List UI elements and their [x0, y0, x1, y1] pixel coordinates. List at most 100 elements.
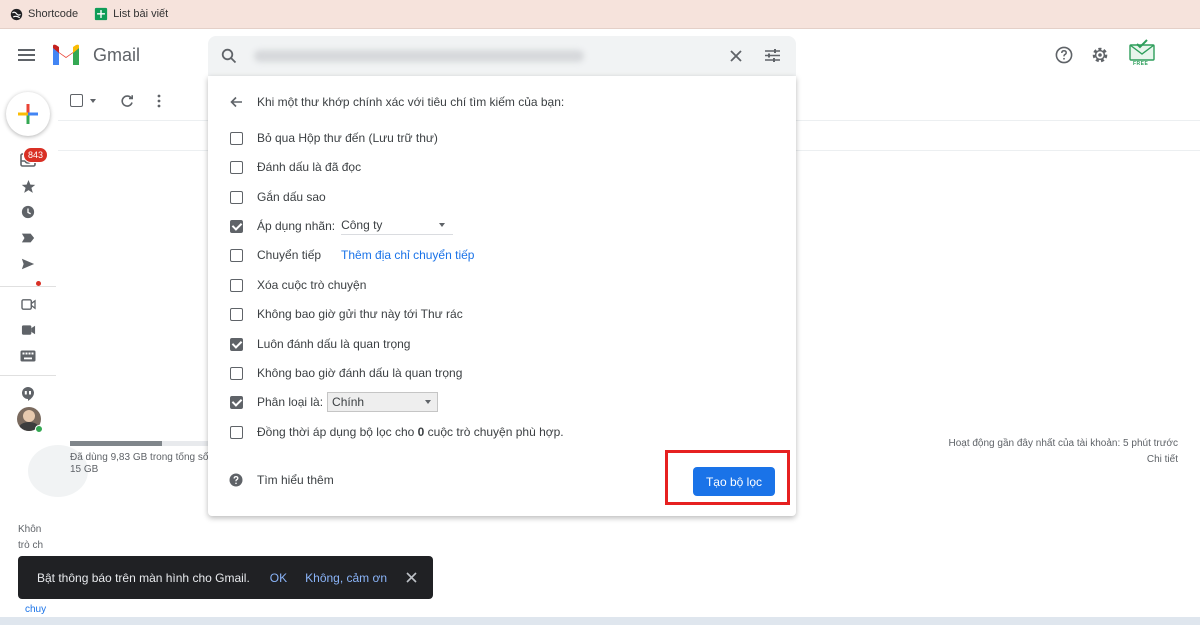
clear-search-icon[interactable] — [729, 49, 743, 63]
help-circle-icon[interactable] — [229, 473, 243, 487]
learn-more-link[interactable]: Tìm hiểu thêm — [257, 473, 334, 487]
create-filter-button[interactable]: Tạo bộ lọc — [693, 467, 775, 496]
more-options-icon[interactable] — [156, 94, 162, 108]
snackbar-no-thanks-button[interactable]: Không, cảm ơn — [305, 571, 387, 585]
option-label: Phân loại là: — [257, 395, 324, 409]
plus-icon — [18, 104, 38, 124]
dropdown-arrow-icon — [425, 400, 432, 404]
checkbox[interactable] — [230, 190, 243, 204]
gmail-logo-icon — [53, 44, 79, 65]
search-options-icon[interactable] — [764, 47, 781, 64]
account-logo[interactable]: FREE — [1127, 39, 1157, 69]
keyboard-icon[interactable] — [18, 346, 38, 366]
add-forwarding-address-link[interactable]: Thêm địa chỉ chuyển tiếp — [341, 248, 474, 262]
storage-bar-fill — [70, 441, 163, 446]
bookmarks-bar: Shortcode List bài viết — [0, 0, 1200, 29]
storage-total-text: 15 GB — [70, 464, 99, 475]
checkbox[interactable] — [230, 131, 243, 145]
option-label: Gắn dấu sao — [257, 190, 326, 204]
back-arrow-icon[interactable] — [230, 96, 243, 108]
checkbox[interactable] — [230, 425, 243, 439]
important-label-icon[interactable] — [18, 228, 38, 248]
option-label-text: Đồng thời áp dụng bộ lọc cho — [257, 425, 418, 439]
category-select[interactable]: Chính — [327, 392, 439, 412]
select-dropdown-arrow-icon[interactable] — [90, 99, 96, 103]
checkbox[interactable] — [230, 307, 243, 321]
snackbar-message: Bật thông báo trên màn hình cho Gmail. — [37, 570, 250, 585]
option-label-text: cuộc trò chuyện phù hợp. — [424, 425, 564, 439]
search-bar[interactable] — [208, 36, 796, 76]
snoozed-clock-icon[interactable] — [18, 202, 38, 222]
option-label: Đồng thời áp dụng bộ lọc cho 0 cuộc trò … — [257, 425, 564, 439]
os-taskbar-strip — [0, 617, 1200, 625]
compose-button[interactable] — [6, 92, 50, 136]
unread-count-badge: 843 — [23, 147, 49, 163]
option-skip-inbox[interactable]: Bỏ qua Hộp thư đến (Lưu trữ thư) — [230, 128, 438, 148]
checkbox-checked[interactable] — [230, 395, 243, 409]
checkbox[interactable] — [230, 160, 243, 174]
close-icon[interactable] — [406, 572, 417, 583]
filter-heading: Khi một thư khớp chính xác với tiêu chí … — [257, 95, 565, 109]
storage-used-text: Đã dùng 9,83 GB trong tổng số — [70, 452, 208, 463]
sidebar-text-line: Khôn — [18, 524, 42, 535]
checkbox[interactable] — [230, 366, 243, 380]
online-status-dot — [35, 425, 43, 433]
main-menu-icon[interactable] — [18, 47, 36, 68]
last-activity-text: Hoạt động gần đây nhất của tài khoản: 5 … — [948, 438, 1178, 449]
sent-icon[interactable] — [18, 254, 38, 274]
filter-options-panel: Khi một thư khớp chính xác với tiêu chí … — [208, 76, 796, 516]
option-forward[interactable]: Chuyển tiếp Thêm địa chỉ chuyển tiếp — [230, 245, 474, 265]
bookmark-shortcode[interactable]: Shortcode — [10, 8, 78, 21]
rail-divider — [0, 286, 56, 287]
option-delete[interactable]: Xóa cuộc trò chuyện — [230, 275, 366, 295]
search-query-blurred — [254, 50, 584, 62]
option-label: Bỏ qua Hộp thư đến (Lưu trữ thư) — [257, 131, 438, 145]
starred-icon[interactable] — [18, 176, 38, 196]
storage-bar — [70, 441, 210, 446]
meet-video-icon[interactable] — [18, 320, 38, 340]
checkbox-checked[interactable] — [230, 219, 243, 233]
meet-new-icon[interactable] — [18, 294, 38, 314]
activity-details-link[interactable]: Chi tiết — [1147, 454, 1178, 465]
globe-icon — [10, 8, 23, 20]
bookmark-list-bai-viet[interactable]: List bài viết — [94, 7, 168, 21]
gmail-logo[interactable]: Gmail — [51, 43, 140, 67]
option-label: Đánh dấu là đã đọc — [257, 160, 362, 174]
settings-gear-icon[interactable] — [1090, 45, 1110, 65]
option-label: Áp dụng nhãn: — [257, 219, 336, 233]
label-select-value: Công ty — [341, 217, 383, 232]
help-icon[interactable] — [1055, 46, 1073, 64]
app-name: Gmail — [93, 44, 141, 65]
option-label: Luôn đánh dấu là quan trọng — [257, 337, 411, 351]
hangouts-icon[interactable] — [18, 384, 38, 404]
search-icon[interactable] — [221, 48, 237, 64]
option-label: Không bao giờ gửi thư này tới Thư rác — [257, 307, 463, 321]
option-always-important[interactable]: Luôn đánh dấu là quan trọng — [230, 334, 410, 354]
option-label: Không bao giờ đánh dấu là quan trọng — [257, 366, 463, 380]
bookmark-label: List bài viết — [113, 8, 169, 20]
mail-envelope-logo-icon — [1129, 39, 1155, 61]
option-categorize[interactable]: Phân loại là: Chính — [230, 392, 439, 412]
sidebar-link-partial[interactable]: chuy — [25, 604, 46, 615]
bookmark-label: Shortcode — [28, 8, 79, 20]
option-star-it[interactable]: Gắn dấu sao — [230, 187, 326, 207]
checkbox[interactable] — [230, 278, 243, 292]
dropdown-arrow-icon — [439, 222, 446, 227]
rail-divider — [0, 375, 56, 376]
desktop-notification-snackbar: Bật thông báo trên màn hình cho Gmail. O… — [18, 556, 433, 599]
checkbox-checked[interactable] — [230, 337, 243, 351]
checkbox[interactable] — [230, 248, 243, 262]
option-never-important[interactable]: Không bao giờ đánh dấu là quan trọng — [230, 363, 462, 383]
refresh-icon[interactable] — [120, 94, 134, 108]
option-label: Chuyển tiếp — [257, 248, 322, 262]
snackbar-ok-button[interactable]: OK — [270, 571, 287, 585]
sidebar-text-line: trò ch — [18, 540, 44, 551]
select-all-checkbox[interactable] — [70, 94, 83, 107]
option-apply-to-matching[interactable]: Đồng thời áp dụng bộ lọc cho 0 cuộc trò … — [230, 422, 564, 442]
option-mark-as-read[interactable]: Đánh dấu là đã đọc — [230, 157, 361, 177]
option-never-spam[interactable]: Không bao giờ gửi thư này tới Thư rác — [230, 304, 463, 324]
category-select-value: Chính — [332, 395, 365, 409]
option-apply-label[interactable]: Áp dụng nhãn: Công ty — [230, 216, 454, 236]
free-badge: FREE — [1133, 61, 1149, 67]
label-select[interactable]: Công ty — [341, 217, 454, 235]
